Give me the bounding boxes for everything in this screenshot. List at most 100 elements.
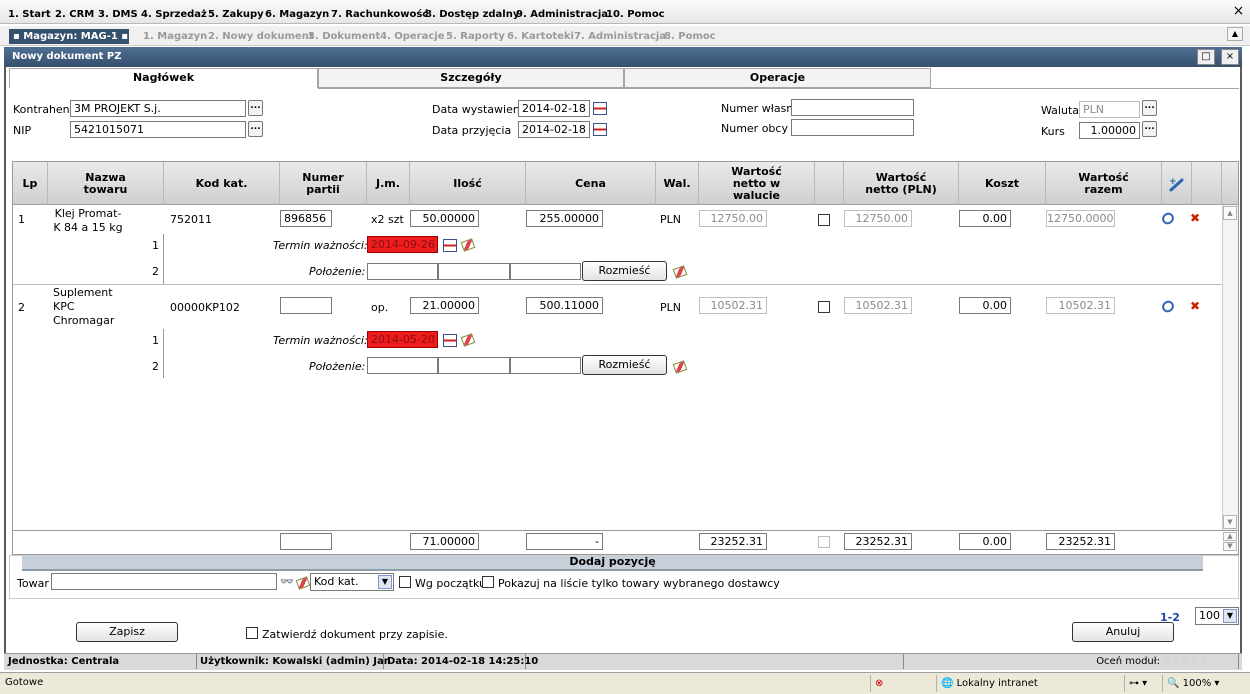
row2-polozenie-field-1[interactable] [367,357,438,374]
col-koszt[interactable]: Koszt [959,162,1046,205]
row2-koszt-field[interactable]: 0.00 [959,297,1011,314]
row1-rozmiesc-button[interactable]: Rozmieść [582,261,667,281]
row1-partia-field[interactable]: 896856 [280,210,332,227]
totals-scroll-down[interactable]: ▼ [1223,542,1237,551]
kontrahent-field[interactable]: 3M PROJEKT S.j. [70,100,246,117]
col-attach[interactable]: + [1162,162,1192,205]
row2-checkbox[interactable] [818,301,830,313]
submenu-kartoteki[interactable]: 6. Kartoteki [507,31,574,42]
kurs-field[interactable]: 1.00000 [1079,122,1140,139]
module-tag[interactable]: ▪ Magazyn: MAG-1 ▪ [9,29,129,44]
menu-sprzedaz[interactable]: 4. Sprzedaż [141,9,207,20]
rate-module[interactable]: Oceń moduł: ☆☆☆☆☆ [903,654,1239,669]
row2-razem-field[interactable]: 10502.31 [1046,297,1115,314]
nip-lookup-button[interactable]: ... [248,121,263,137]
towar-search-field[interactable] [51,573,277,590]
submenu-pomoc[interactable]: 8. Pomoc [664,31,716,42]
col-razem[interactable]: Wartość razem [1046,162,1162,205]
zatwierdz-checkbox[interactable] [246,627,258,639]
row2-polozenie-field-2[interactable] [438,357,510,374]
rating-stars-icon[interactable]: ☆☆☆☆☆ [1163,656,1208,667]
data-przyjecia-field[interactable]: 2014-02-18 [518,121,590,138]
tab-szczegoly[interactable]: Szczegóły [318,68,624,88]
scroll-up-arrow[interactable]: ▲ [1223,206,1237,220]
row2-ilosc-field[interactable]: 21.00000 [410,297,479,314]
wg-poczatku-checkbox[interactable] [399,576,411,588]
submenu-administracja[interactable]: 7. Administracja [574,31,666,42]
per-page-select[interactable]: 100 ▼ [1195,607,1239,625]
menu-rachunkowosc[interactable]: 7. Rachunkowość [331,9,428,20]
waluta-lookup-button[interactable]: ... [1142,100,1157,116]
col-netto-pln[interactable]: Wartość netto (PLN) [844,162,959,205]
menu-crm[interactable]: 2. CRM [55,9,94,20]
submenu-dokument[interactable]: 3. Dokument [308,31,380,42]
tab-naglowek[interactable]: Nagłówek [9,68,318,88]
row1-termin-field[interactable]: 2014-09-26 [367,236,438,253]
row1-ilosc-field[interactable]: 50.00000 [410,210,479,227]
security-icon[interactable]: ⊗ [870,675,936,692]
menu-dms[interactable]: 3. DMS [98,9,138,20]
menu-start[interactable]: 1. Start [8,9,51,20]
menu-administracja[interactable]: 9. Administracja [516,9,608,20]
menu-magazyn[interactable]: 6. Magazyn [265,9,329,20]
protected-mode-icon[interactable]: ⊶ ▾ [1124,675,1162,692]
tab-operacje[interactable]: Operacje [624,68,931,88]
calendar-icon[interactable] [443,334,457,347]
calendar-icon[interactable] [593,102,607,115]
row1-polozenie-field-1[interactable] [367,263,438,280]
nip-field[interactable]: 5421015071 [70,121,246,138]
save-button[interactable]: Zapisz [76,622,178,642]
col-delete[interactable] [1192,162,1222,205]
submenu-magazyn[interactable]: 1. Magazyn [143,31,207,42]
window-close-icon[interactable]: × [1221,49,1239,65]
app-close-icon[interactable]: × [1229,2,1248,21]
row1-razem-field[interactable]: 12750.00000 [1046,210,1115,227]
menu-zakupy[interactable]: 5. Zakupy [208,9,264,20]
row1-polozenie-field-2[interactable] [438,263,510,280]
numer-obcy-field[interactable] [791,119,914,136]
row1-cena-field[interactable]: 255.00000 [526,210,603,227]
col-ilosc[interactable]: Ilość [410,162,526,205]
row2-partia-field[interactable] [280,297,332,314]
submenu-scroll-arrow[interactable]: ▲ [1227,27,1243,41]
maximize-icon[interactable]: □ [1197,49,1215,65]
submenu-raporty[interactable]: 5. Raporty [446,31,505,42]
cancel-button[interactable]: Anuluj [1072,622,1174,642]
col-wal[interactable]: Wal. [656,162,699,205]
numer-wlasny-field[interactable] [791,99,914,116]
row2-netto-wal-field[interactable]: 10502.31 [699,297,767,314]
kurs-lookup-button[interactable]: ... [1142,121,1157,137]
search-mode-select[interactable]: Kod kat. ▼ [310,573,394,591]
row1-koszt-field[interactable]: 0.00 [959,210,1011,227]
kontrahent-lookup-button[interactable]: ... [248,100,263,116]
zoom-control[interactable]: 🔍 100% ▾ [1162,675,1248,692]
row1-checkbox[interactable] [818,214,830,226]
row2-netto-pln-field[interactable]: 10502.31 [844,297,912,314]
waluta-field[interactable]: PLN [1079,101,1140,118]
col-cena[interactable]: Cena [526,162,656,205]
totals-scroll-up[interactable]: ▲ [1223,532,1237,541]
row1-netto-wal-field[interactable]: 12750.00 [699,210,767,227]
col-nazwa[interactable]: Nazwa towaru [48,162,164,205]
scroll-down-arrow[interactable]: ▼ [1223,515,1237,529]
delete-icon[interactable]: ✖ [1190,211,1200,225]
row1-netto-pln-field[interactable]: 12750.00 [844,210,912,227]
row2-polozenie-field-3[interactable] [510,357,581,374]
col-lp[interactable]: Lp [13,162,48,205]
row2-termin-field[interactable]: 2014-05-20 [367,331,438,348]
col-partia[interactable]: Numer partii [280,162,367,205]
calendar-icon[interactable] [593,123,607,136]
submenu-nowy-dokument[interactable]: 2. Nowy dokument [208,31,314,42]
data-wystawienia-field[interactable]: 2014-02-18 [518,100,590,117]
col-kod[interactable]: Kod kat. [164,162,280,205]
binoculars-icon[interactable]: 👓 [280,575,294,588]
col-jm[interactable]: J.m. [367,162,410,205]
col-check[interactable] [815,162,844,205]
row2-cena-field[interactable]: 500.11000 [526,297,603,314]
col-netto-wal[interactable]: Wartość netto w walucie [699,162,815,205]
calendar-icon[interactable] [443,239,457,252]
pokazuj-checkbox[interactable] [482,576,494,588]
row1-polozenie-field-3[interactable] [510,263,581,280]
grid-scrollbar[interactable] [1222,205,1238,530]
submenu-operacje[interactable]: 4. Operacje [380,31,445,42]
